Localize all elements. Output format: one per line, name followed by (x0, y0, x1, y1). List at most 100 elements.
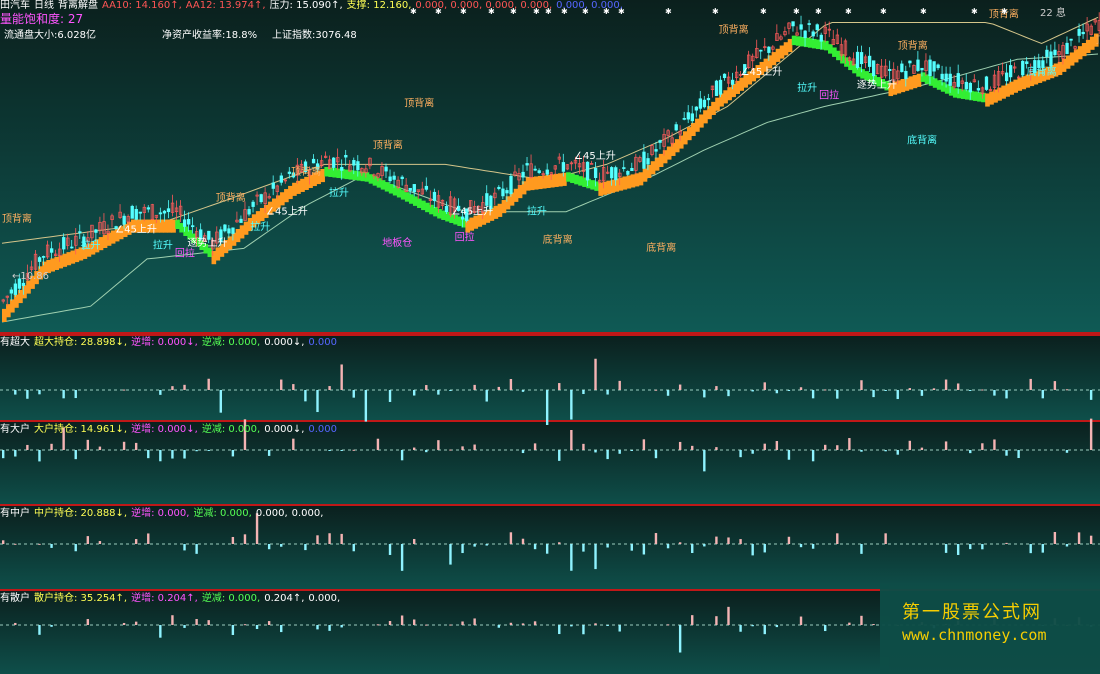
candle-body (932, 61, 936, 72)
band-seg-231 (932, 78, 938, 88)
candle-body (41, 256, 46, 258)
sub-bar-0 (799, 387, 803, 390)
band-seg-152 (614, 178, 620, 192)
band-seg-1 (6, 304, 11, 318)
candle-body (1081, 31, 1085, 35)
candle-body (37, 257, 42, 262)
annotation-rise45-20: ∠45上升 (266, 205, 308, 217)
band-seg-0 (2, 308, 7, 322)
band-seg-57 (231, 232, 237, 246)
marker-star-15: ✱ (815, 7, 822, 16)
candle-body (134, 209, 138, 220)
band-seg-117 (473, 215, 479, 229)
candle-body (561, 162, 566, 172)
band-seg-115 (465, 219, 471, 233)
band-seg-191 (771, 52, 777, 66)
header-item-2: 背离解盘 (58, 0, 98, 11)
band-seg-146 (590, 180, 595, 190)
watermark-box: 第一股票公式网 www.chnmoney.com (880, 584, 1100, 674)
band-seg-269 (1085, 39, 1091, 53)
sub-bar-0 (292, 384, 295, 390)
candle-body (166, 208, 171, 213)
sub-bar-3 (38, 625, 41, 635)
sub-bar-1 (654, 450, 658, 459)
candle-body (803, 30, 807, 39)
sub-bar-1 (739, 450, 742, 458)
band-seg-265 (1069, 52, 1075, 66)
saturation-label: 量能饱和度: 27 (0, 12, 84, 26)
sub-bar-3 (751, 625, 754, 627)
band-seg-165 (666, 146, 672, 160)
sub-bar-2 (1041, 544, 1044, 553)
sub-bar-2 (38, 543, 41, 545)
band-seg-197 (795, 36, 801, 46)
sub-bar-2 (1077, 532, 1081, 544)
band-seg-132 (533, 176, 539, 190)
candle-body (130, 205, 134, 219)
sub-bar-3 (558, 625, 561, 635)
candle-body (654, 149, 658, 152)
sub-bar-2 (400, 544, 404, 571)
band-seg-128 (517, 185, 523, 199)
candle-body (70, 246, 74, 249)
sub-panel-value-1: 逆增: 0.000↓, (131, 337, 198, 348)
sub-bar-1 (618, 450, 621, 454)
sub-bar-3 (400, 615, 404, 625)
sub-bar-0 (715, 386, 718, 390)
band-seg-64 (259, 207, 265, 222)
candle-body (1069, 38, 1073, 41)
sub-bar-0 (606, 390, 609, 395)
sub-panel-value-0: 超大持仓: 28.898↓, (34, 337, 128, 348)
sub-bar-3 (570, 625, 573, 627)
sub-bar-1 (98, 446, 102, 450)
sub-bar-0 (497, 386, 501, 390)
candle-body (231, 227, 235, 234)
sub-bar-3 (122, 622, 126, 625)
sub-bar-2 (98, 541, 102, 544)
band-seg-69 (280, 192, 285, 206)
sub-panel-header-3: 有散户 散户持仓: 35.254↑, 逆增: 0.204↑, 逆减: 0.000, 0.… (0, 593, 344, 605)
sub-bar-0 (884, 390, 887, 391)
sub-bar-1 (570, 430, 573, 450)
sub-bar-0 (558, 383, 561, 390)
annotation-pullback-27: 回拉 (819, 89, 839, 102)
marker-star-11: ✱ (665, 7, 672, 16)
band-seg-75 (304, 176, 309, 190)
sub-bar-1 (352, 449, 355, 451)
sub-bar-2 (884, 533, 887, 544)
candle-body (1021, 60, 1025, 76)
sub-bar-3 (872, 624, 875, 626)
candle-body (545, 169, 549, 175)
candle-body (815, 24, 819, 31)
annotation-bottom-11: 底背离 (907, 133, 937, 146)
candle-body (944, 73, 948, 82)
band-seg-172 (695, 118, 700, 132)
sub-bar-2 (727, 537, 730, 544)
sub-panel-value-0: 中户持仓: 20.888↓, (34, 508, 128, 519)
sub-bar-0 (678, 384, 682, 390)
band-seg-39 (159, 219, 164, 233)
sub-bar-2 (558, 542, 561, 544)
candle-body (888, 69, 892, 71)
marker-star-20: ✱ (1001, 7, 1008, 16)
sub-bar-0 (920, 390, 924, 396)
band-seg-12 (50, 258, 55, 272)
sub-bar-3 (521, 623, 525, 625)
band-seg-89 (360, 171, 366, 182)
sub-bar-0 (316, 390, 319, 413)
sub-bar-2 (231, 536, 235, 544)
sub-bar-1 (195, 450, 198, 452)
candle-body (767, 46, 771, 53)
sub-bar-0 (787, 390, 791, 391)
band-seg-164 (662, 150, 668, 164)
sub-bar-2 (473, 544, 476, 547)
sub-bar-3 (848, 622, 851, 625)
sub-bar-3 (691, 615, 694, 625)
sub-bar-3 (195, 619, 198, 625)
band-seg-126 (509, 192, 515, 206)
sub-bar-3 (799, 616, 803, 625)
annotation-pull-18: 拉升 (797, 81, 817, 94)
band-seg-177 (715, 97, 720, 111)
header-item-8: 0.000, 0.000, (556, 0, 623, 11)
sub-panel-header-0: 有超大 超大持仓: 28.898↓, 逆增: 0.000↓, 逆减: 0.000, 0.… (0, 337, 341, 349)
